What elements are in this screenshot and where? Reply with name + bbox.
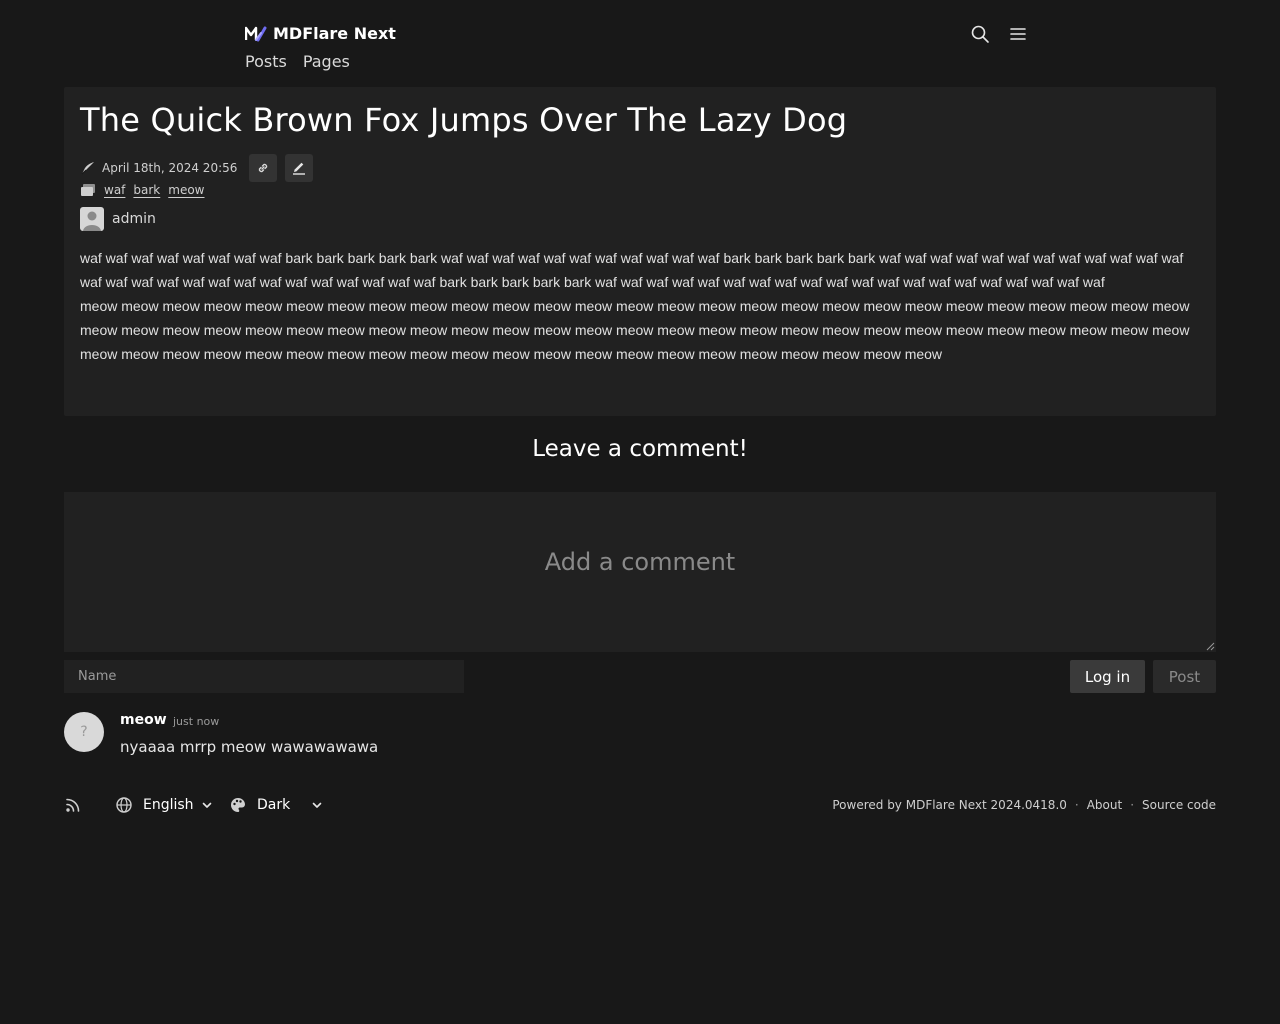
powered-by-text: Powered by MDFlare Next 2024.0418.0 [832, 798, 1067, 812]
globe-icon [116, 797, 132, 813]
header-actions [970, 24, 1028, 44]
nav-pages[interactable]: Pages [303, 52, 350, 71]
menu-icon[interactable] [1008, 24, 1028, 44]
name-field[interactable] [64, 660, 464, 693]
author-name: admin [112, 211, 156, 227]
footer-links: Powered by MDFlare Next 2024.0418.0 · Ab… [832, 798, 1216, 812]
brand-link[interactable]: MDFlare Next [245, 24, 396, 43]
main-nav: Posts Pages [245, 52, 350, 71]
footer-controls: English Dark [64, 796, 339, 814]
comment-item: ? meow just now nyaaaa mrrp meow wawawaw… [64, 712, 664, 772]
comment-text: nyaaaa mrrp meow wawawawawa [120, 738, 379, 756]
tag-bark[interactable]: bark [133, 183, 160, 197]
post-comment-button[interactable]: Post [1153, 660, 1216, 693]
chevron-down-icon [202, 802, 212, 808]
comment-time: just now [173, 715, 220, 728]
comments-heading: Leave a comment! [532, 436, 748, 462]
post-author: admin [80, 207, 156, 231]
footer-separator: · [1130, 798, 1135, 812]
post-date: April 18th, 2024 20:56 [102, 161, 238, 175]
author-avatar [80, 207, 104, 231]
post-article: The Quick Brown Fox Jumps Over The Lazy … [64, 87, 1216, 416]
feather-icon [81, 162, 94, 175]
folder-stack-icon [81, 184, 95, 196]
comment-textarea[interactable] [64, 492, 1216, 652]
chevron-down-icon [312, 802, 322, 808]
post-paragraph: waf waf waf waf waf waf waf waf bark bar… [80, 250, 1184, 290]
language-value: English [143, 797, 194, 813]
about-link[interactable]: About [1087, 798, 1122, 812]
tag-meow[interactable]: meow [168, 183, 204, 197]
link-icon [259, 163, 268, 173]
palette-icon [231, 798, 245, 812]
user-icon [83, 211, 101, 231]
post-paragraph: meow meow meow meow meow meow meow meow … [80, 298, 1190, 362]
copy-link-button[interactable] [249, 154, 278, 182]
tag-waf[interactable]: waf [104, 183, 125, 197]
nav-posts[interactable]: Posts [245, 52, 287, 71]
brand-name: MDFlare Next [273, 24, 396, 43]
brand-logo-icon [245, 26, 267, 41]
commenter-avatar: ? [64, 712, 104, 752]
login-button[interactable]: Log in [1070, 660, 1145, 693]
source-code-link[interactable]: Source code [1142, 798, 1216, 812]
post-tags: waf bark meow [80, 183, 205, 197]
resize-handle-icon[interactable] [1206, 642, 1215, 651]
language-select[interactable]: English [115, 796, 229, 814]
edit-post-button[interactable] [285, 154, 314, 182]
footer-separator: · [1074, 798, 1079, 812]
comment-author: meow [120, 712, 167, 728]
search-icon[interactable] [970, 24, 990, 44]
rss-icon[interactable] [64, 796, 82, 814]
theme-select[interactable]: Dark [229, 796, 339, 814]
theme-value: Dark [257, 797, 291, 813]
post-title: The Quick Brown Fox Jumps Over The Lazy … [80, 101, 848, 139]
pencil-icon [293, 162, 306, 175]
post-meta: April 18th, 2024 20:56 [80, 154, 315, 182]
site-header: MDFlare Next Posts Pages [0, 0, 1280, 87]
post-body: waf waf waf waf waf waf waf waf bark bar… [80, 246, 1196, 366]
